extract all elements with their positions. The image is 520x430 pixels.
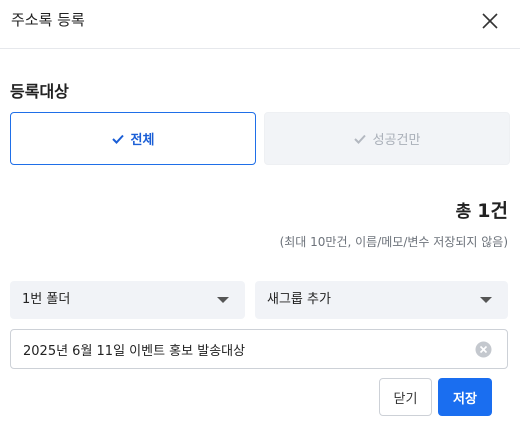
total-count: 총 1건 bbox=[456, 196, 508, 223]
chevron-down-icon bbox=[217, 297, 229, 303]
target-label: 등록대상 bbox=[10, 82, 69, 101]
total-number: 1건 bbox=[477, 200, 508, 222]
group-name-input[interactable] bbox=[11, 330, 471, 368]
dialog-title: 주소록 등록 bbox=[11, 11, 85, 29]
target-option-all-label: 전체 bbox=[130, 133, 155, 148]
clear-icon[interactable] bbox=[475, 341, 492, 358]
check-icon bbox=[111, 134, 124, 144]
target-option-success-only-label: 성공건만 bbox=[372, 133, 421, 148]
dialog-header: 주소록 등록 bbox=[0, 0, 520, 49]
target-option-success-only[interactable]: 성공건만 bbox=[264, 112, 510, 165]
total-prefix: 총 bbox=[455, 202, 472, 222]
folder-select-value: 1번 폴더 bbox=[22, 292, 71, 307]
close-button[interactable]: 닫기 bbox=[379, 378, 432, 416]
group-select-value: 새그룹 추가 bbox=[267, 292, 331, 307]
group-select[interactable]: 새그룹 추가 bbox=[255, 281, 508, 319]
target-option-all[interactable]: 전체 bbox=[10, 112, 256, 165]
group-name-field bbox=[10, 329, 508, 369]
limit-note: (최대 10만건, 이름/메모/변수 저장되지 않음) bbox=[279, 235, 508, 249]
chevron-down-icon bbox=[480, 297, 492, 303]
save-button[interactable]: 저장 bbox=[438, 378, 492, 416]
check-icon bbox=[353, 134, 366, 144]
close-icon[interactable] bbox=[476, 7, 504, 35]
folder-select[interactable]: 1번 폴더 bbox=[10, 281, 245, 319]
